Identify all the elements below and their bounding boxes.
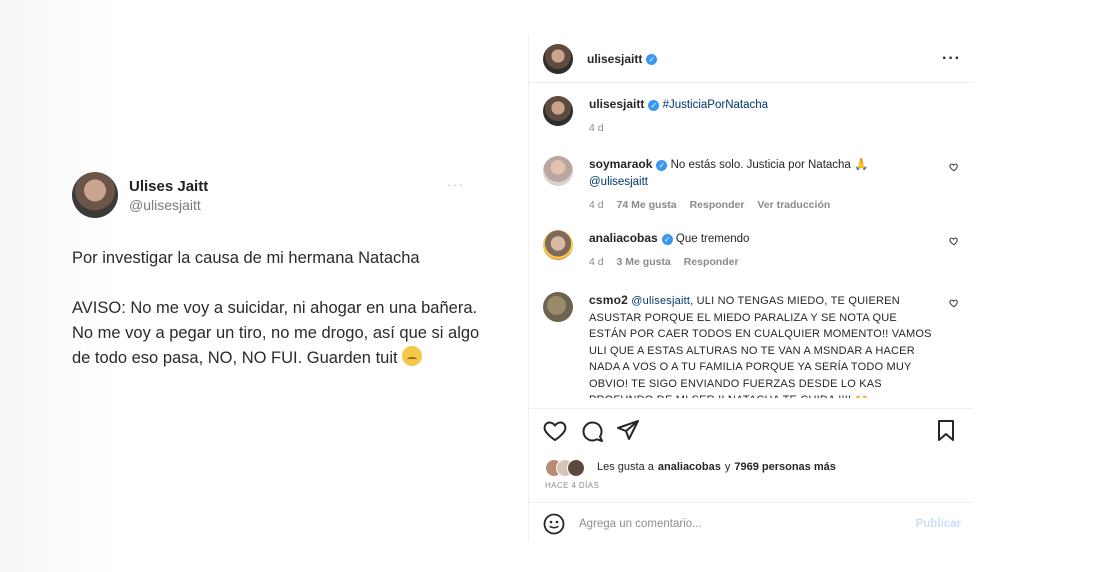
publish-button[interactable]: Publicar [916, 518, 961, 530]
translate-button[interactable]: Ver traducción [757, 199, 830, 211]
tweet-author: Ulises Jaitt @ulisesjaitt [129, 178, 208, 213]
header-divider [529, 82, 973, 83]
post-timestamp: HACE 4 DÍAS [545, 481, 600, 490]
comment-item: csmo2 @ulisesjaitt, ULI NO TENGAS MIEDO,… [543, 292, 959, 398]
comment-avatar[interactable] [543, 156, 573, 186]
tweet-text: Por investigar la causa de mi hermana Na… [72, 246, 492, 371]
comment-like-heart-icon[interactable] [949, 236, 959, 246]
comment-text: , ULI NO TENGAS MIEDO, TE QUIEREN ASUSTA… [589, 295, 932, 398]
verified-badge-icon: ✓ [648, 100, 660, 111]
reply-button[interactable]: Responder [684, 256, 739, 268]
post-actions [543, 418, 959, 444]
tweet-more-icon[interactable]: ··· [447, 176, 464, 192]
tweet-author-name[interactable]: Ulises Jaitt [129, 178, 208, 195]
emoji-smiley-icon[interactable] [543, 513, 565, 535]
comment-likes[interactable]: 3 Me gusta [617, 256, 671, 268]
post-options-icon[interactable]: ··· [942, 50, 961, 68]
comment-box-divider [529, 502, 973, 503]
sad-face-emoji-icon [402, 346, 423, 366]
actions-divider [529, 408, 973, 409]
verified-badge-icon: ✓ [656, 160, 668, 171]
verified-badge-icon: ✓ [646, 53, 658, 65]
comment-bubble-icon[interactable] [581, 420, 603, 442]
likes-user[interactable]: analiacobas [658, 461, 721, 473]
liker-avatars [545, 459, 593, 477]
likes-prefix: Les gusta a [597, 461, 654, 473]
caption-username[interactable]: ulisesjaitt [589, 97, 644, 111]
caption-hashtag[interactable]: #JusticiaPorNatacha [663, 99, 768, 111]
tweet-author-handle[interactable]: @ulisesjaitt [129, 197, 208, 213]
add-comment-bar: Agrega un comentario... Publicar [543, 512, 961, 536]
verified-badge-icon: ✓ [661, 234, 673, 245]
tweet-line-1: Por investigar la causa de mi hermana Na… [72, 249, 420, 267]
comment-text: Que tremendo [675, 233, 750, 245]
caption-avatar[interactable] [543, 96, 573, 126]
likes-others[interactable]: 7969 personas más [734, 461, 836, 473]
comment-username[interactable]: analiacobas [589, 231, 658, 245]
save-bookmark-icon[interactable] [937, 420, 955, 442]
like-heart-icon[interactable] [543, 420, 567, 442]
comment-item: soymaraok ✓ No estás solo. Justicia por N… [543, 156, 959, 214]
likes-summary: Les gusta a analiacobas y 7969 personas … [545, 459, 836, 477]
raised-hands-emoji-icon: 🙌 [855, 394, 869, 398]
comment-mention[interactable]: @ulisesjaitt [589, 176, 648, 188]
comment-item: analiacobas ✓ Que tremendo 4 d 3 Me gusta… [543, 230, 959, 271]
caption-time: 4 d [589, 122, 604, 134]
share-send-icon[interactable] [617, 420, 639, 442]
tweet-card: Ulises Jaitt @ulisesjaitt ··· Por invest… [72, 172, 492, 371]
comment-input[interactable]: Agrega un comentario... [579, 518, 702, 530]
tweet-screenshot-panel: Ulises Jaitt @ulisesjaitt ··· Por invest… [0, 0, 520, 572]
reply-button[interactable]: Responder [690, 199, 745, 211]
comment-avatar[interactable] [543, 292, 573, 322]
comment-username[interactable]: csmo2 [589, 293, 628, 307]
post-header: ulisesjaitt ✓ ··· [543, 44, 961, 74]
comment-like-heart-icon[interactable] [949, 162, 959, 172]
comment-like-heart-icon[interactable] [949, 298, 959, 308]
likes-connector: y [724, 461, 731, 473]
comment-time: 4 d [589, 256, 604, 268]
post-author-username[interactable]: ulisesjaitt [587, 52, 642, 66]
post-caption: ulisesjaitt ✓ #JusticiaPorNatacha 4 d [543, 96, 959, 137]
instagram-post-panel: ulisesjaitt ✓ ··· ulisesjaitt ✓ #Justicia… [528, 34, 973, 542]
post-author-avatar[interactable] [543, 44, 573, 74]
tweet-avatar[interactable] [72, 172, 118, 218]
comment-likes[interactable]: 74 Me gusta [617, 199, 677, 211]
comment-avatar[interactable] [543, 230, 573, 260]
comment-username[interactable]: soymaraok [589, 157, 652, 171]
tweet-header: Ulises Jaitt @ulisesjaitt ··· [72, 172, 492, 218]
comment-time: 4 d [589, 199, 604, 211]
praying-hands-emoji-icon: 🙏 [854, 159, 869, 171]
comment-mention[interactable]: @ulisesjaitt [631, 295, 690, 307]
comment-text: No estás solo. Justicia por Natacha [670, 159, 851, 171]
